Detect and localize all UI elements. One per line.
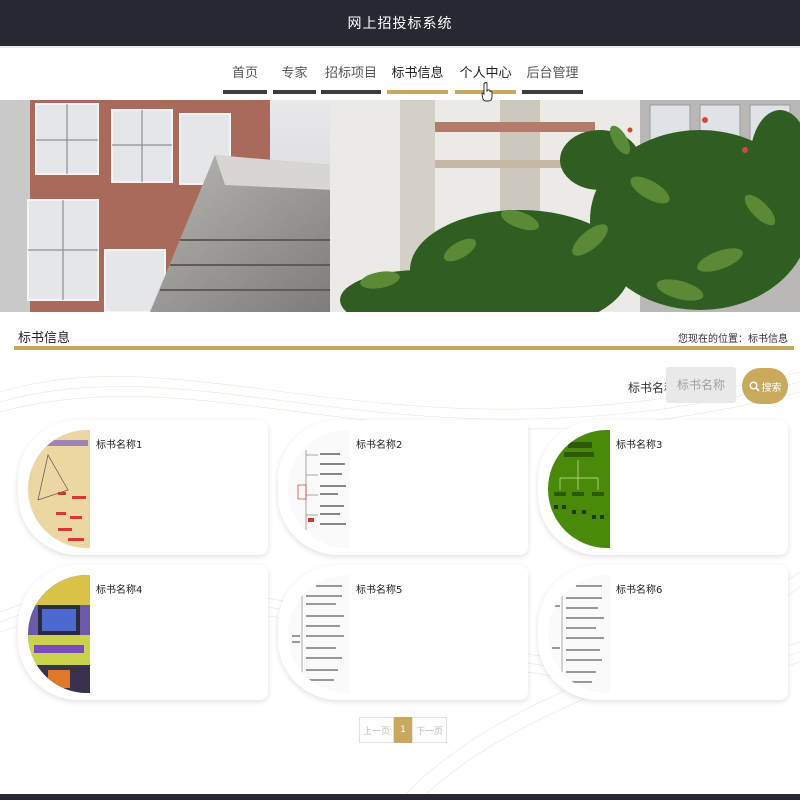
- nav-item-projects[interactable]: 招标项目: [321, 48, 381, 94]
- nav-item-label: 首页: [231, 66, 258, 81]
- bid-card-thumbnail: [288, 430, 350, 548]
- pagination: 上一页 1 下一页: [359, 717, 447, 743]
- nav-indicator: [273, 90, 316, 94]
- bid-card-thumbnail: [288, 575, 350, 693]
- nav-item-label: 标书信息: [391, 66, 444, 81]
- bid-card-thumbnail: [548, 430, 610, 548]
- nav-item-label: 后台管理: [526, 66, 579, 81]
- nav-item-experts[interactable]: 专家: [273, 48, 316, 94]
- bid-card[interactable]: 标书名称4: [18, 565, 268, 700]
- app-title: 网上招投标系统: [347, 16, 453, 32]
- nav-indicator: [223, 90, 267, 94]
- nav-indicator: [321, 90, 381, 94]
- search-button-label: 搜索: [761, 382, 782, 394]
- bid-card-title: 标书名称6: [616, 585, 663, 596]
- section-divider: [14, 346, 794, 350]
- hand-cursor-icon: [481, 82, 493, 102]
- nav-indicator: [387, 90, 448, 94]
- footer-bar: [0, 794, 800, 800]
- page-number-button[interactable]: 1: [394, 717, 412, 743]
- hero-banner-image: [0, 100, 800, 312]
- section-title: 标书信息: [18, 331, 71, 346]
- bid-card-title: 标书名称5: [356, 585, 403, 596]
- breadcrumb: 您现在的位置：标书信息: [678, 334, 788, 345]
- bid-card[interactable]: 标书名称6: [538, 565, 788, 700]
- bid-card-title: 标书名称2: [356, 440, 403, 451]
- bid-card[interactable]: 标书名称5: [278, 565, 528, 700]
- bid-card[interactable]: 标书名称3: [538, 420, 788, 555]
- search-input[interactable]: [666, 367, 736, 403]
- bid-card-thumbnail: [548, 575, 610, 693]
- nav-item-label: 招标项目: [324, 66, 377, 81]
- nav-item-label: 个人中心: [459, 66, 512, 81]
- nav-item-home[interactable]: 首页: [223, 48, 267, 94]
- bid-card[interactable]: 标书名称2: [278, 420, 528, 555]
- search-button[interactable]: 搜索: [742, 368, 788, 404]
- nav-item-admin[interactable]: 后台管理: [522, 48, 583, 94]
- bid-card-title: 标书名称4: [96, 585, 143, 596]
- bid-card[interactable]: 标书名称1: [18, 420, 268, 555]
- bid-card-thumbnail: [28, 575, 90, 693]
- nav-item-label: 专家: [281, 66, 308, 81]
- bid-card-title: 标书名称3: [616, 440, 663, 451]
- nav-item-bid-docs[interactable]: 标书信息: [387, 48, 448, 94]
- prev-page-button[interactable]: 上一页: [359, 717, 394, 743]
- app-header: 网上招投标系统: [0, 0, 800, 46]
- bid-card-thumbnail: [28, 430, 90, 548]
- next-page-button[interactable]: 下一页: [412, 717, 447, 743]
- nav-indicator: [522, 90, 583, 94]
- main-nav: 首页 专家 招标项目 标书信息 个人中心 后台管理: [0, 48, 800, 100]
- bid-card-title: 标书名称1: [96, 440, 143, 451]
- search-icon: [749, 381, 760, 392]
